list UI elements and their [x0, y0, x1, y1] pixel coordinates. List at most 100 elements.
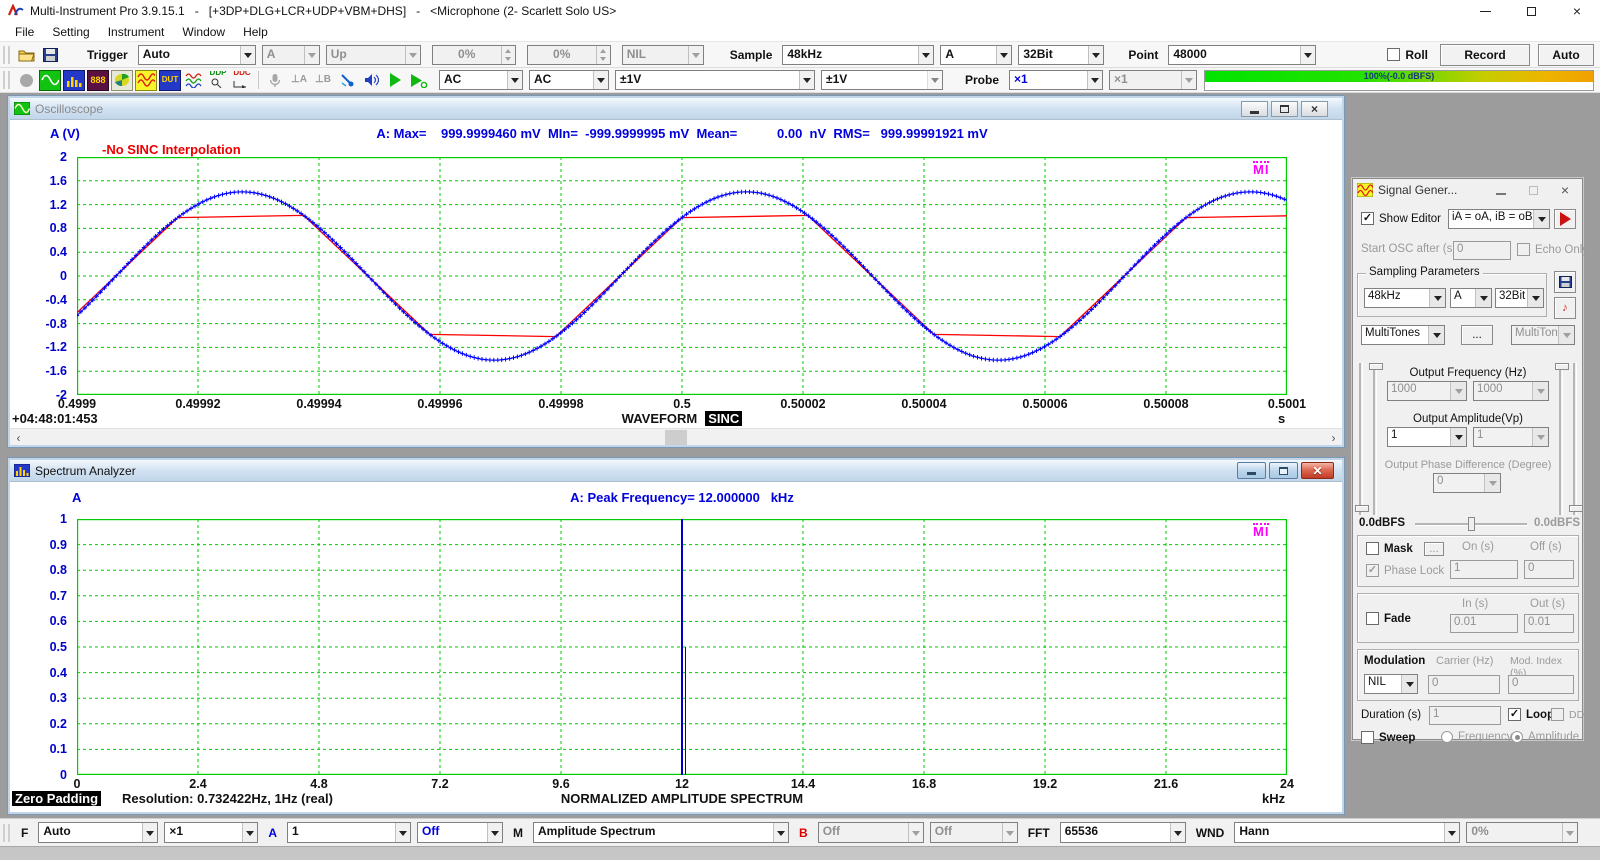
generator-run-button[interactable] — [1554, 209, 1576, 229]
device-test-plan-icon[interactable]: DUT — [159, 70, 181, 91]
frequency-a-select[interactable]: 1000 — [1387, 381, 1467, 401]
panel-restore-button[interactable] — [1269, 462, 1298, 479]
panel-close-button[interactable]: × — [1301, 101, 1328, 117]
derived-data-curve-icon[interactable]: DDC — [231, 70, 253, 91]
spectrum-titlebar[interactable]: Spectrum Analyzer ✕ — [10, 460, 1342, 482]
probe-calibration-icon[interactable] — [336, 70, 358, 91]
waveform-b-select[interactable]: MultiTones — [1511, 325, 1575, 345]
panel-close-button[interactable]: × — [1554, 182, 1576, 198]
roll-checkbox[interactable]: Roll — [1387, 48, 1428, 62]
phase-difference-select[interactable]: 0 — [1433, 473, 1501, 493]
sample-rate-select[interactable]: 48kHz — [782, 45, 934, 65]
measurement-mode-select[interactable]: Amplitude Spectrum — [533, 822, 789, 843]
waveform-horizontal-scrollbar[interactable]: ‹ › — [10, 428, 1342, 445]
scrollbar-thumb[interactable] — [665, 430, 687, 445]
menu-item-instrument[interactable]: Instrument — [99, 23, 174, 41]
generator-channel-select[interactable]: A — [1450, 288, 1492, 308]
oscilloscope-titlebar[interactable]: Oscilloscope × — [10, 98, 1342, 120]
modulation-select[interactable]: NIL — [1364, 674, 1418, 694]
mask-on-input[interactable]: 1 — [1450, 560, 1518, 579]
probe-b-select[interactable]: ×1 — [1109, 70, 1197, 90]
fade-out-input[interactable]: 0.01 — [1524, 614, 1574, 633]
output-level-b-slider[interactable] — [1573, 363, 1577, 515]
close-button[interactable]: × — [1554, 0, 1600, 22]
phase-lock-checkbox[interactable]: Phase Lock — [1366, 564, 1444, 577]
fade-checkbox[interactable]: Fade — [1366, 612, 1411, 625]
coupling-b-select[interactable]: AC — [529, 70, 609, 90]
panel-minimize-button[interactable] — [1490, 185, 1512, 195]
fine-level-b-slider[interactable] — [1559, 363, 1563, 515]
save-icon[interactable] — [39, 44, 61, 65]
panel-restore-button[interactable] — [1522, 186, 1544, 195]
maximize-button[interactable] — [1508, 0, 1554, 22]
mod-index-input[interactable]: 0 — [1508, 675, 1574, 694]
output-level-a-slider[interactable] — [1359, 363, 1363, 515]
trigger-edge-select[interactable]: Up — [326, 45, 421, 65]
start-osc-input[interactable]: 0 — [1453, 241, 1511, 260]
point-count-select[interactable]: 48000 — [1168, 45, 1316, 65]
frequency-mode-select[interactable]: Auto — [38, 822, 158, 843]
frequency-b-select[interactable]: 1000 — [1473, 381, 1549, 401]
fade-in-input[interactable]: 0.01 — [1450, 614, 1518, 633]
sound-device-icon[interactable] — [360, 70, 382, 91]
mask-browse-button[interactable]: ... — [1424, 542, 1444, 556]
a-processing-select[interactable]: Off — [417, 822, 503, 843]
toolbar-grip[interactable] — [3, 824, 10, 842]
sinc-toggle-badge[interactable]: SINC — [705, 411, 742, 426]
autoscale-button[interactable]: Auto — [1538, 44, 1594, 66]
multitones-browse-button[interactable]: ... — [1461, 325, 1493, 345]
dds-checkbox[interactable]: DDS — [1551, 708, 1591, 721]
spinner-arrows-icon[interactable] — [501, 46, 515, 64]
ground-a-icon[interactable]: ⊥A — [288, 70, 310, 91]
amplitude-a-select[interactable]: 1 — [1387, 427, 1467, 447]
frequency-mult-select[interactable]: ×1 — [164, 822, 258, 843]
sweep-amplitude-radio[interactable]: Amplitude — [1511, 731, 1579, 743]
trigger-delay-spinner[interactable]: 0% — [527, 45, 611, 65]
menu-item-file[interactable]: File — [6, 23, 43, 41]
show-editor-checkbox[interactable]: Show Editor — [1361, 212, 1441, 225]
oscilloscope-icon[interactable] — [39, 70, 61, 91]
panel-restore-button[interactable] — [1271, 101, 1298, 117]
spinner-arrows-icon[interactable] — [596, 46, 610, 64]
a-gain-select[interactable]: 1 — [287, 822, 411, 843]
signal-generator-icon[interactable] — [135, 70, 157, 91]
menu-item-help[interactable]: Help — [234, 23, 277, 41]
toolbar-grip[interactable] — [3, 71, 10, 89]
run-record-icon[interactable] — [408, 70, 430, 91]
open-file-icon[interactable] — [15, 44, 37, 65]
trigger-mode-select[interactable]: Auto — [138, 45, 256, 65]
scroll-right-icon[interactable]: › — [1325, 429, 1342, 446]
signal-generator-titlebar[interactable]: Signal Gener... × — [1353, 179, 1582, 201]
range-a-select[interactable]: ±1V — [615, 70, 815, 90]
trigger-source-select[interactable]: A — [262, 45, 320, 65]
waveform-plot[interactable] — [77, 157, 1287, 398]
tone-preview-button[interactable]: ♪ — [1554, 297, 1576, 319]
generator-save-button[interactable] — [1554, 271, 1576, 293]
minimize-button[interactable] — [1462, 0, 1508, 22]
carrier-input[interactable]: 0 — [1428, 675, 1500, 694]
record-button[interactable]: Record — [1440, 44, 1530, 66]
derived-data-point-viewer-icon[interactable]: DDP — [207, 70, 229, 91]
loop-checkbox[interactable]: Loop — [1508, 708, 1554, 721]
sample-channel-select[interactable]: A — [940, 45, 1012, 65]
mask-checkbox[interactable]: Mask — [1366, 542, 1413, 555]
balance-slider[interactable] — [1415, 523, 1527, 526]
multimeter-icon[interactable]: 888 — [87, 70, 109, 91]
range-b-select[interactable]: ±1V — [821, 70, 943, 90]
sample-bits-select[interactable]: 32Bit — [1018, 45, 1104, 65]
io-routing-select[interactable]: iA = oA, iB = oB — [1448, 209, 1550, 229]
overlap-select[interactable]: 0% — [1466, 822, 1578, 843]
b-gain-select[interactable]: Off — [818, 822, 924, 843]
toolbar-grip[interactable] — [3, 46, 10, 64]
scroll-left-icon[interactable]: ‹ — [10, 429, 27, 446]
coupling-a-select[interactable]: AC — [439, 70, 523, 90]
menu-item-window[interactable]: Window — [173, 23, 234, 41]
mask-off-input[interactable]: 0 — [1524, 560, 1574, 579]
amplitude-b-select[interactable]: 1 — [1473, 427, 1549, 447]
panel-minimize-button[interactable] — [1237, 462, 1266, 479]
probe-a-select[interactable]: ×1 — [1009, 70, 1103, 90]
spectrum-analyzer-icon[interactable] — [63, 70, 85, 91]
waveform-a-select[interactable]: MultiTones — [1361, 325, 1445, 345]
ground-b-icon[interactable]: ⊥B — [312, 70, 334, 91]
data-logger-icon[interactable] — [183, 70, 205, 91]
